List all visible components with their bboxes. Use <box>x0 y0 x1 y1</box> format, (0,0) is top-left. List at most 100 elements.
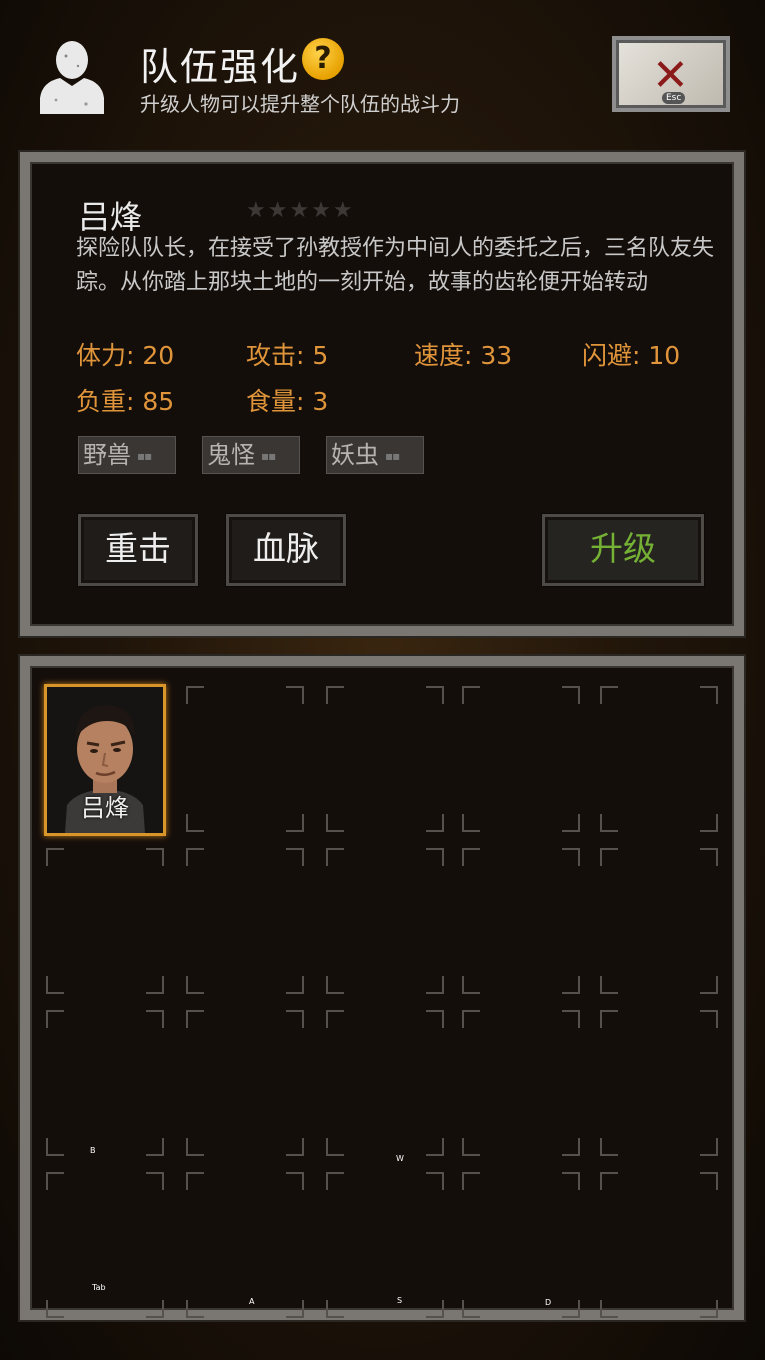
slot-corner-mark <box>186 1172 204 1190</box>
roster-slot-empty[interactable] <box>46 1010 164 1156</box>
slot-corner-mark <box>186 976 204 994</box>
roster-slot-empty[interactable] <box>600 848 718 994</box>
slot-corner-mark <box>700 848 718 866</box>
roster-slot-empty[interactable] <box>186 1010 304 1156</box>
roster-slot-empty[interactable] <box>186 1172 304 1318</box>
trait-tag-label: 野兽 <box>83 441 131 469</box>
slot-corner-mark <box>562 1010 580 1028</box>
slot-corner-mark <box>462 1138 480 1156</box>
slot-corner-mark <box>326 814 344 832</box>
slot-corner-mark <box>700 1138 718 1156</box>
roster-slot-empty[interactable] <box>186 686 304 832</box>
character-roster-grid: 吕烽 B W Tab A S D <box>20 656 744 1320</box>
slot-corner-mark <box>700 686 718 704</box>
trait-tag-label: 鬼怪 <box>207 441 255 469</box>
key-hint-b: B <box>90 1146 96 1155</box>
bloodline-button[interactable]: 血脉 <box>226 514 346 586</box>
roster-slot-selected[interactable]: 吕烽 <box>44 684 166 836</box>
roster-slot-empty[interactable] <box>462 1010 580 1156</box>
stat-attack: 攻击: 5 <box>246 341 329 370</box>
roster-slot-empty[interactable] <box>600 686 718 832</box>
slot-corner-mark <box>146 1300 164 1318</box>
trait-tag-label: 妖虫 <box>331 441 379 469</box>
slot-corner-mark <box>700 1010 718 1028</box>
slot-corner-mark <box>426 1010 444 1028</box>
slot-corner-mark <box>426 1172 444 1190</box>
upgrade-button[interactable]: 升级 <box>542 514 704 586</box>
slot-corner-mark <box>186 1300 204 1318</box>
star-rating: ★★★★★ <box>246 198 355 223</box>
trait-level: ▪▪ <box>261 449 276 463</box>
slot-corner-mark <box>562 1300 580 1318</box>
slot-corner-mark <box>600 976 618 994</box>
slot-corner-mark <box>46 848 64 866</box>
slot-corner-mark <box>146 1138 164 1156</box>
slot-corner-mark <box>700 976 718 994</box>
slot-corner-mark <box>600 1172 618 1190</box>
roster-slot-empty[interactable] <box>462 1172 580 1318</box>
roster-slot-empty[interactable] <box>326 848 444 994</box>
close-button[interactable]: ✕ Esc <box>612 36 730 112</box>
slot-corner-mark <box>562 1138 580 1156</box>
slot-corner-mark <box>426 848 444 866</box>
slot-corner-mark <box>146 1010 164 1028</box>
slot-corner-mark <box>462 1172 480 1190</box>
slot-corner-mark <box>186 848 204 866</box>
roster-slot-empty[interactable] <box>186 848 304 994</box>
slot-corner-mark <box>562 814 580 832</box>
trait-tag-ghost: 鬼怪 ▪▪ <box>202 436 300 474</box>
roster-slot-empty[interactable] <box>462 686 580 832</box>
slot-corner-mark <box>46 976 64 994</box>
character-info-panel: 吕烽 ★★★★★ 探险队队长，在接受了孙教授作为中间人的委托之后，三名队友失踪。… <box>20 152 744 636</box>
slot-corner-mark <box>46 1172 64 1190</box>
slot-corner-mark <box>462 976 480 994</box>
slot-corner-mark <box>286 814 304 832</box>
slot-corner-mark <box>326 976 344 994</box>
roster-slot-empty[interactable] <box>46 1172 164 1318</box>
page-subtitle: 升级人物可以提升整个队伍的战斗力 <box>140 92 460 116</box>
slot-corner-mark <box>462 686 480 704</box>
roster-slot-empty[interactable] <box>326 1010 444 1156</box>
slot-corner-mark <box>286 1010 304 1028</box>
slot-corner-mark <box>700 1172 718 1190</box>
slot-corner-mark <box>146 976 164 994</box>
roster-slot-empty[interactable] <box>600 1172 718 1318</box>
slot-corner-mark <box>186 814 204 832</box>
slot-corner-mark <box>700 814 718 832</box>
slot-corner-mark <box>146 1172 164 1190</box>
roster-slot-empty[interactable] <box>600 1010 718 1156</box>
slot-corner-mark <box>462 814 480 832</box>
roster-slot-empty[interactable] <box>46 848 164 994</box>
slot-corner-mark <box>46 1010 64 1028</box>
help-icon[interactable]: ? <box>302 38 344 80</box>
slot-corner-mark <box>326 1138 344 1156</box>
slot-corner-mark <box>326 1300 344 1318</box>
roster-slot-empty[interactable] <box>326 1172 444 1318</box>
stat-food: 食量: 3 <box>246 387 329 416</box>
trait-tag-beast: 野兽 ▪▪ <box>78 436 176 474</box>
trait-level: ▪▪ <box>385 449 400 463</box>
key-hint-d: D <box>545 1298 552 1307</box>
stat-hp: 体力: 20 <box>76 341 175 370</box>
key-hint-w: W <box>396 1154 404 1163</box>
slot-corner-mark <box>286 1300 304 1318</box>
slot-corner-mark <box>562 976 580 994</box>
slot-corner-mark <box>700 1300 718 1318</box>
slot-corner-mark <box>600 686 618 704</box>
slot-corner-mark <box>600 1300 618 1318</box>
slot-corner-mark <box>186 1138 204 1156</box>
slot-corner-mark <box>562 686 580 704</box>
roster-slot-empty[interactable] <box>326 686 444 832</box>
heavy-strike-button[interactable]: 重击 <box>78 514 198 586</box>
stat-speed: 速度: 33 <box>414 341 513 370</box>
slot-corner-mark <box>46 1300 64 1318</box>
key-hint-a: A <box>249 1297 255 1306</box>
slot-corner-mark <box>600 1138 618 1156</box>
roster-slot-empty[interactable] <box>462 848 580 994</box>
slot-corner-mark <box>426 686 444 704</box>
slot-corner-mark <box>562 1172 580 1190</box>
slot-corner-mark <box>426 1138 444 1156</box>
slot-corner-mark <box>286 686 304 704</box>
slot-corner-mark <box>600 814 618 832</box>
slot-corner-mark <box>562 848 580 866</box>
